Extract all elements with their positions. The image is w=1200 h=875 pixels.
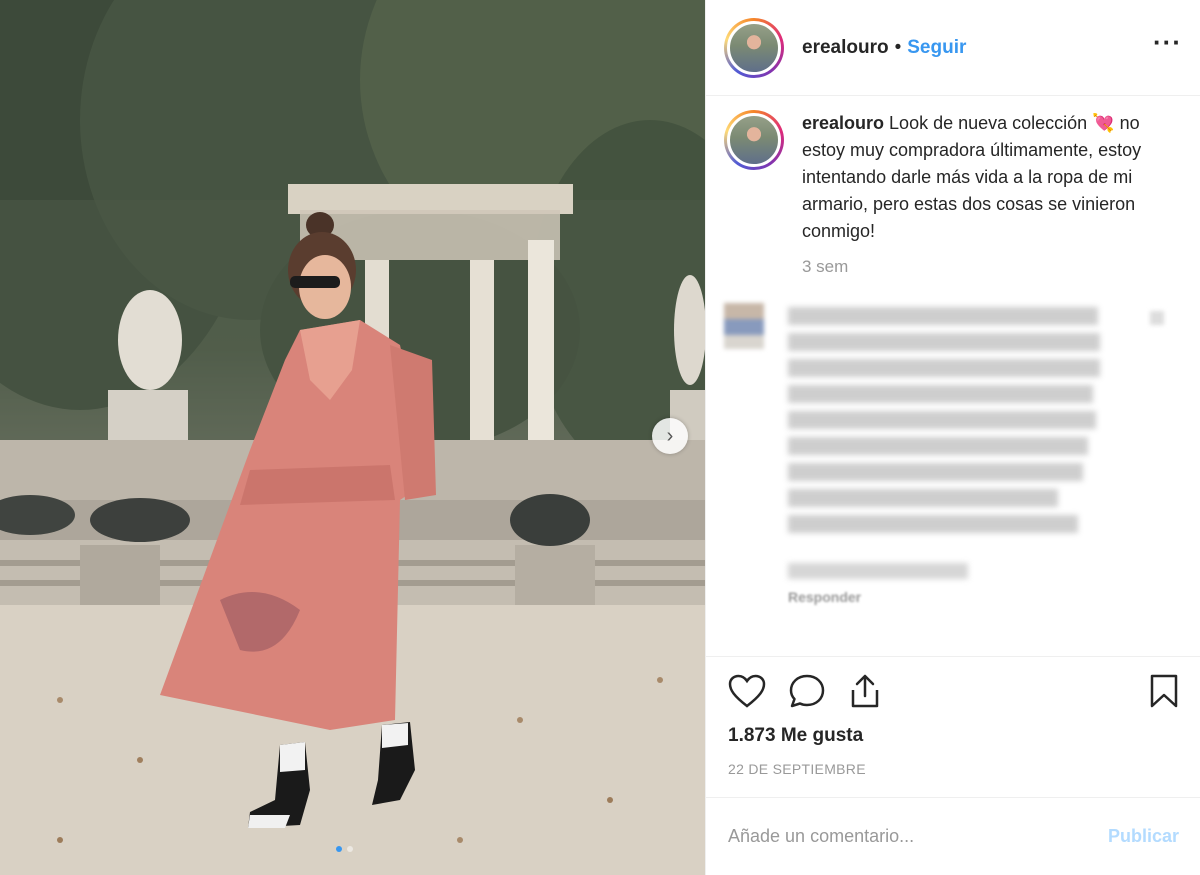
header-separator: • (894, 36, 902, 58)
action-icons (728, 657, 1179, 729)
caption-username[interactable]: erealouro (802, 113, 884, 133)
comment-input[interactable] (728, 826, 1108, 847)
caption-text: erealouro Look de nueva colección 💘 no e… (802, 110, 1147, 245)
caption-timestamp[interactable]: 3 sem (802, 257, 1183, 277)
post-actions: 1.873 Me gusta 22 DE SEPTIEMBRE (706, 656, 1200, 777)
post-photo[interactable]: › (0, 0, 705, 875)
likes-count[interactable]: 1.873 Me gusta (728, 725, 1179, 747)
bookmark-icon[interactable] (1149, 673, 1179, 714)
caption-story-ring[interactable] (724, 110, 784, 170)
caption-avatar (727, 113, 781, 167)
blurred-avatar (724, 303, 764, 349)
blurred-comment-meta (788, 563, 968, 579)
comment-bubble-icon[interactable] (788, 673, 826, 714)
story-ring[interactable] (724, 17, 784, 78)
chevron-right-icon: › (666, 424, 674, 447)
blurred-comment-text (788, 303, 1108, 541)
publish-button[interactable]: Publicar (1108, 826, 1179, 847)
heart-icon[interactable] (728, 674, 766, 713)
add-comment-bar: Publicar (706, 797, 1200, 875)
post-date[interactable]: 22 DE SEPTIEMBRE (728, 761, 1179, 777)
comment-like-icon[interactable] (1150, 311, 1164, 325)
photo-scene (0, 0, 705, 875)
blurred-comment (724, 303, 1183, 541)
carousel-next-button[interactable]: › (652, 418, 688, 454)
carousel-indicator (336, 846, 353, 852)
avatar (727, 20, 781, 75)
heart-emoji-icon: 💘 (1092, 113, 1115, 133)
reply-button[interactable]: Responder (788, 589, 1183, 605)
header-username[interactable]: erealouro (802, 37, 889, 59)
post-header: erealouro • Seguir ··· (706, 0, 1200, 96)
post-details-panel: erealouro • Seguir ··· erealouro Look de… (705, 0, 1200, 875)
follow-button[interactable]: Seguir (907, 37, 966, 59)
comments-section[interactable]: erealouro Look de nueva colección 💘 no e… (706, 110, 1200, 655)
caption-body: Look de nueva colección (889, 113, 1088, 133)
carousel-dot (347, 846, 353, 852)
carousel-dot-active (336, 846, 342, 852)
share-icon[interactable] (848, 673, 882, 714)
more-options-button[interactable]: ··· (1153, 29, 1182, 59)
caption: erealouro Look de nueva colección 💘 no e… (724, 110, 1183, 245)
